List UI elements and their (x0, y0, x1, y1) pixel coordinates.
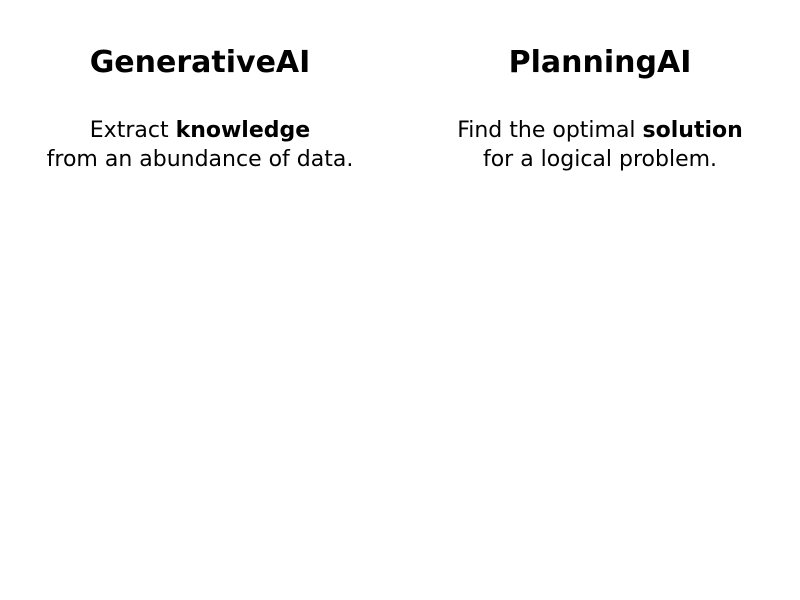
planning-ai-description-line-2: for a logical problem. (482, 147, 718, 172)
planning-ai-keyword: solution (642, 118, 743, 143)
generative-ai-description-line-2: from an abundance of data. (46, 147, 354, 172)
planning-ai-description-prefix: Find the optimal (457, 118, 643, 143)
generative-ai-description: Extract knowledge from an abundance of d… (0, 116, 400, 174)
generative-ai-title: GenerativeAI (89, 45, 311, 80)
generative-ai-description-prefix: Extract (89, 118, 176, 143)
planning-ai-description: Find the optimal solution for a logical … (400, 116, 800, 174)
slide: GenerativeAI Extract knowledge from an a… (0, 0, 800, 600)
generative-ai-description-line-1: Extract knowledge (0, 116, 400, 145)
generative-ai-keyword: knowledge (175, 118, 311, 143)
planning-ai-title: PlanningAI (508, 45, 692, 80)
planning-ai-description-line-1: Find the optimal solution (400, 116, 800, 145)
